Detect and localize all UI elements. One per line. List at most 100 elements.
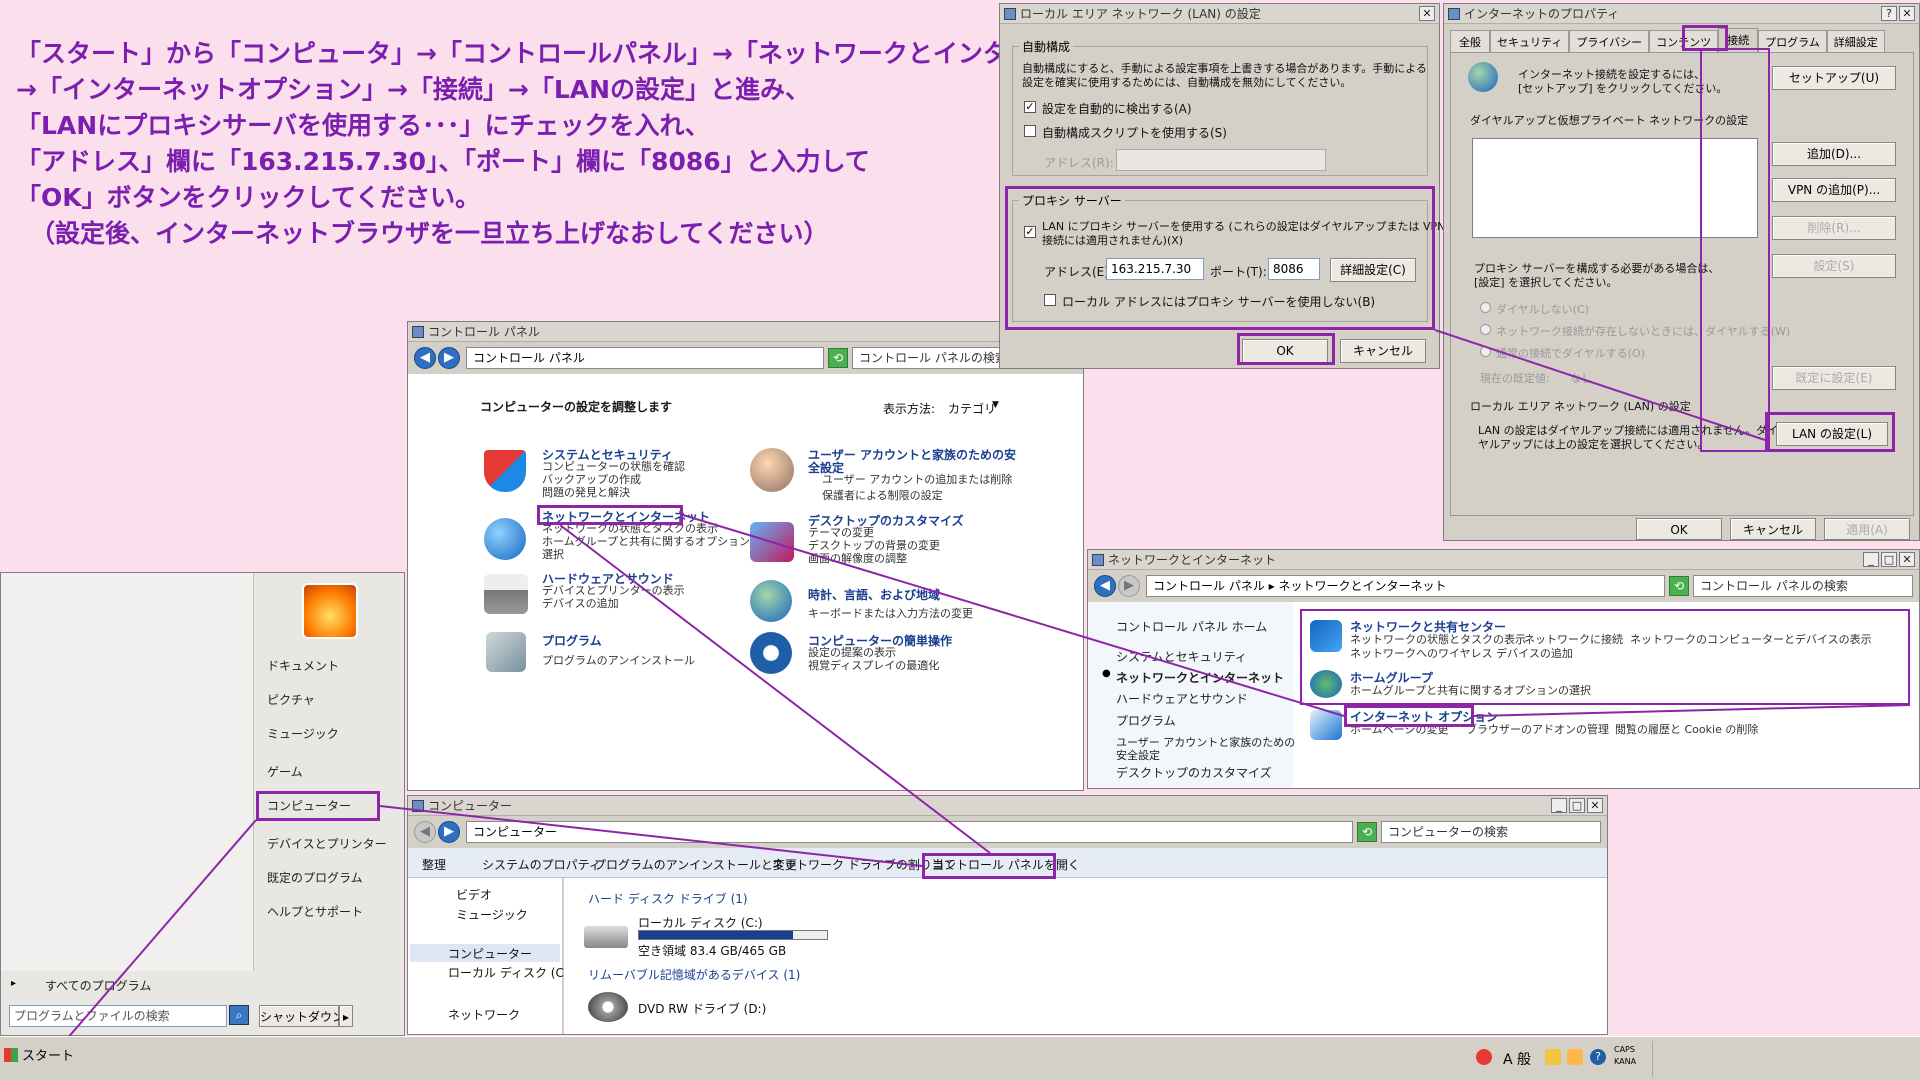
nav-music[interactable]: ミュージック (456, 906, 528, 923)
forward-icon[interactable]: ▶ (438, 347, 460, 369)
all-programs[interactable]: すべてのプログラム (45, 977, 151, 994)
auto-detect-checkbox[interactable]: ✓ (1024, 101, 1036, 113)
start-item-games[interactable]: ゲーム (267, 763, 303, 780)
ime-indicator[interactable]: A 般 (1503, 1049, 1531, 1069)
system-properties-button[interactable]: システムのプロパティ (482, 856, 601, 873)
search-input[interactable]: コンピューターの検索 (1381, 821, 1601, 843)
category-link[interactable]: テーマの変更 (808, 526, 874, 539)
category-link[interactable]: バックアップの作成 (542, 473, 641, 486)
category-link[interactable]: デスクトップの背景の変更 (808, 539, 940, 552)
radio-always-dial-label[interactable]: 通常の接続でダイヤルする(O) (1496, 345, 1645, 361)
apply-button[interactable]: 適用(A) (1824, 518, 1910, 540)
script-address-input[interactable] (1116, 149, 1326, 171)
category-link[interactable]: キーボードまたは入力方法の変更 (808, 607, 973, 620)
help-icon[interactable]: ? (1881, 6, 1897, 21)
add-vpn-button[interactable]: VPN の追加(P)... (1772, 178, 1896, 202)
radio-always-dial[interactable] (1480, 346, 1491, 357)
refresh-icon[interactable]: ⟲ (1357, 822, 1377, 842)
sidebar-item-programs[interactable]: プログラム (1116, 712, 1176, 729)
radio-dial-when-none[interactable] (1480, 324, 1491, 335)
set-default-button[interactable]: 既定に設定(E) (1772, 366, 1896, 390)
shutdown-arrow-button[interactable]: ▸ (339, 1005, 353, 1027)
ok-button[interactable]: OK (1636, 518, 1722, 540)
address-input[interactable]: コントロール パネル ▸ ネットワークとインターネット (1146, 575, 1665, 597)
close-icon[interactable]: ✕ (1899, 6, 1915, 21)
search-input[interactable]: コントロール パネルの検索 (852, 347, 1002, 369)
auto-detect-label[interactable]: 設定を自動的に検出する(A) (1042, 100, 1192, 117)
tab-advanced[interactable]: 詳細設定 (1826, 30, 1885, 52)
start-button[interactable]: スタート (4, 1045, 74, 1064)
minimize-icon[interactable]: _ (1863, 552, 1879, 567)
start-item-help[interactable]: ヘルプとサポート (267, 903, 363, 920)
dvd-drive[interactable]: DVD RW ドライブ (D:) (638, 1000, 766, 1017)
nav-local-disk[interactable]: ローカル ディスク (C (448, 964, 564, 981)
minimize-icon[interactable]: _ (1551, 798, 1567, 813)
sidebar-item-desktop[interactable]: デスクトップのカスタマイズ (1116, 764, 1272, 781)
nav-computer[interactable]: コンピューター (448, 945, 532, 962)
category-link[interactable]: デバイスとプリンターの表示 (542, 584, 685, 597)
maximize-icon[interactable]: □ (1569, 798, 1585, 813)
category-clock-language[interactable]: 時計、言語、および地域 (808, 586, 940, 603)
disk-name[interactable]: ローカル ディスク (C:) (638, 914, 763, 931)
back-icon[interactable]: ◀ (1094, 575, 1116, 597)
uninstall-program-button[interactable]: プログラムのアンインストールと変更 (594, 856, 797, 873)
search-icon[interactable]: ⌕ (229, 1005, 249, 1025)
chevron-down-icon[interactable]: ▼ (992, 400, 999, 410)
cancel-button[interactable]: キャンセル (1730, 518, 1816, 540)
category-link[interactable]: 視覚ディスプレイの最適化 (808, 659, 939, 672)
maximize-icon[interactable]: □ (1881, 552, 1897, 567)
category-link[interactable]: コンピューターの状態を確認 (542, 460, 685, 473)
radio-never-dial[interactable] (1480, 302, 1491, 313)
auto-script-checkbox[interactable] (1024, 125, 1036, 137)
refresh-icon[interactable]: ⟲ (1669, 576, 1689, 596)
category-link[interactable]: 選択 (542, 548, 564, 561)
category-link[interactable]: 画面の解像度の調整 (808, 552, 907, 565)
start-item-pictures[interactable]: ピクチャ (267, 691, 315, 708)
nav-network[interactable]: ネットワーク (448, 1006, 520, 1023)
forward-icon[interactable]: ▶ (438, 821, 460, 843)
address-input[interactable]: コンピューター (466, 821, 1353, 843)
help-icon[interactable]: ? (1590, 1049, 1606, 1065)
breadcrumb-network[interactable]: ネットワークとインターネット (1279, 579, 1447, 593)
category-link[interactable]: デバイスの追加 (542, 597, 619, 610)
start-item-default-programs[interactable]: 既定のプログラム (267, 869, 363, 886)
category-link[interactable]: 保護者による制限の設定 (822, 489, 943, 502)
close-icon[interactable]: ✕ (1419, 6, 1435, 21)
auto-script-label[interactable]: 自動構成スクリプトを使用する(S) (1042, 124, 1227, 141)
user-picture[interactable] (302, 583, 358, 639)
close-icon[interactable]: ✕ (1899, 552, 1915, 567)
remove-button[interactable]: 削除(R)... (1772, 216, 1896, 240)
shutdown-button[interactable]: シャットダウン (259, 1005, 344, 1027)
show-desktop-area[interactable] (1652, 1041, 1912, 1077)
category-link[interactable]: プログラムのアンインストール (542, 654, 695, 667)
start-item-music[interactable]: ミュージック (267, 725, 339, 742)
refresh-icon[interactable]: ⟲ (828, 348, 848, 368)
tray-tool-icon[interactable] (1545, 1049, 1561, 1065)
tray-shield-icon[interactable] (1476, 1049, 1492, 1065)
sidebar-item-cp-home[interactable]: コントロール パネル ホーム (1116, 618, 1267, 635)
category-link[interactable]: 設定の提案の表示 (808, 646, 896, 659)
setup-button[interactable]: セットアップ(U) (1772, 66, 1896, 90)
tray-tool2-icon[interactable] (1567, 1049, 1583, 1065)
category-link[interactable]: 問題の発見と解決 (542, 486, 630, 499)
breadcrumb-control-panel[interactable]: コントロール パネル (1153, 579, 1265, 593)
back-icon[interactable]: ◀ (414, 347, 436, 369)
view-by-dropdown[interactable]: カテゴリ (948, 400, 996, 417)
radio-never-dial-label[interactable]: ダイヤルしない(C) (1496, 301, 1589, 317)
tab-security[interactable]: セキュリティ (1490, 30, 1570, 52)
tab-general[interactable]: 全般 (1450, 30, 1490, 52)
add-button[interactable]: 追加(D)... (1772, 142, 1896, 166)
sidebar-item-network[interactable]: ネットワークとインターネット (1116, 669, 1284, 686)
tab-privacy[interactable]: プライバシー (1569, 30, 1650, 52)
address-input[interactable]: コントロール パネル (466, 347, 824, 369)
settings-button[interactable]: 設定(S) (1772, 254, 1896, 278)
search-input[interactable]: コントロール パネルの検索 (1693, 575, 1913, 597)
back-icon[interactable]: ◀ (414, 821, 436, 843)
cancel-button[interactable]: キャンセル (1340, 339, 1426, 363)
network-link[interactable]: 閲覧の履歴と Cookie の削除 (1615, 723, 1758, 736)
sidebar-item-system-security[interactable]: システムとセキュリティ (1116, 648, 1247, 665)
category-link[interactable]: ホームグループと共有に関するオプションの (542, 535, 761, 548)
nav-videos[interactable]: ビデオ (456, 886, 492, 903)
start-item-devices[interactable]: デバイスとプリンター (267, 835, 387, 852)
category-link[interactable]: ユーザー アカウントの追加または削除 (822, 473, 1012, 486)
